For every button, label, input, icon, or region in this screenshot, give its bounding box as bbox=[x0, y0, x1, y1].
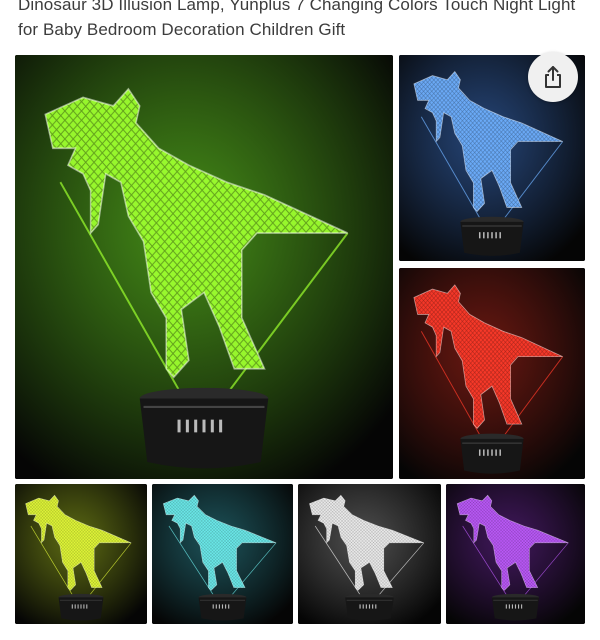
share-icon bbox=[545, 66, 561, 88]
thumbnail-cyan[interactable] bbox=[152, 484, 293, 624]
share-button[interactable] bbox=[528, 52, 578, 102]
thumbnail-white[interactable] bbox=[298, 484, 441, 624]
product-image-gallery bbox=[0, 50, 600, 640]
dinosaur-lamp-white-image bbox=[298, 484, 441, 624]
dinosaur-lamp-purple-image bbox=[446, 484, 585, 624]
dinosaur-lamp-red-image bbox=[399, 268, 585, 479]
product-title: Dinosaur 3D Illusion Lamp, Yunplus 7 Cha… bbox=[18, 0, 576, 39]
thumbnail-yellow[interactable] bbox=[15, 484, 147, 624]
thumbnail-red[interactable] bbox=[399, 268, 585, 479]
thumbnail-purple[interactable] bbox=[446, 484, 585, 624]
dinosaur-lamp-green-image bbox=[15, 55, 393, 479]
dinosaur-lamp-yellow-image bbox=[15, 484, 147, 624]
dinosaur-lamp-cyan-image bbox=[152, 484, 293, 624]
main-product-image[interactable] bbox=[15, 55, 393, 479]
